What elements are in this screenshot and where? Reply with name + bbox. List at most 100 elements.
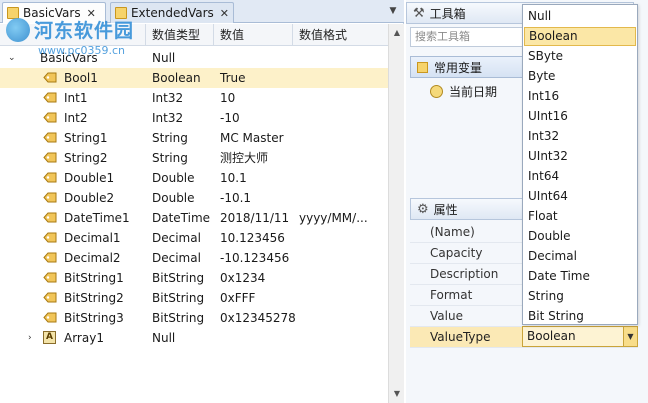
- tab-list-dropdown-icon[interactable]: ▼: [386, 4, 400, 18]
- folder-icon: [417, 61, 428, 73]
- dropdown-option[interactable]: UInt64: [524, 187, 636, 206]
- clock-icon: [430, 84, 443, 98]
- table-row[interactable]: BitString3 BitString 0x12345278: [0, 308, 388, 328]
- table-row[interactable]: BitString1 BitString 0x1234: [0, 268, 388, 288]
- expand-icon[interactable]: ›: [28, 332, 38, 344]
- dropdown-option[interactable]: Bit String: [524, 307, 636, 326]
- dropdown-option[interactable]: SByte: [524, 47, 636, 66]
- wrench-icon: ⚒: [413, 5, 425, 21]
- table-row[interactable]: › A Array1 Null: [0, 328, 388, 348]
- table-row[interactable]: Bool1 Boolean True: [0, 68, 388, 88]
- property-name: Format: [430, 288, 473, 302]
- dropdown-option[interactable]: Decimal: [524, 247, 636, 266]
- tag-icon: [43, 232, 57, 243]
- tag-icon: [43, 212, 57, 223]
- var-value: -10.1: [220, 191, 252, 205]
- property-name: Description: [430, 267, 499, 281]
- toolbox-item-current-date[interactable]: 当前日期: [430, 82, 530, 100]
- var-name: BitString1: [64, 271, 124, 285]
- collapse-icon[interactable]: ⌄: [8, 52, 18, 64]
- tag-icon: [43, 132, 57, 143]
- table-row[interactable]: Double1 Double 10.1: [0, 168, 388, 188]
- var-name: DateTime1: [64, 211, 130, 225]
- var-name: Double2: [64, 191, 115, 205]
- var-type: Boolean: [152, 71, 201, 85]
- dropdown-option[interactable]: Int16: [524, 87, 636, 106]
- tag-icon: [43, 292, 57, 303]
- table-row[interactable]: Int1 Int32 10: [0, 88, 388, 108]
- table-row[interactable]: DateTime1 DateTime 2018/11/11 yyyy/MM/..…: [0, 208, 388, 228]
- chevron-down-icon[interactable]: ▼: [623, 327, 637, 346]
- var-value: -10: [220, 111, 240, 125]
- table-row[interactable]: Int2 Int32 -10: [0, 108, 388, 128]
- var-name: Decimal2: [64, 251, 121, 265]
- tag-icon: [43, 152, 57, 163]
- var-name: Int1: [64, 91, 88, 105]
- column-header-format[interactable]: 数值格式: [292, 24, 388, 46]
- var-type: String: [152, 131, 188, 145]
- tag-icon: [43, 112, 57, 123]
- column-header-value[interactable]: 数值: [213, 24, 292, 46]
- dropdown-option[interactable]: Null: [524, 7, 636, 26]
- value-type-selected: Boolean: [527, 329, 576, 343]
- var-name: BitString2: [64, 291, 124, 305]
- table-row[interactable]: Decimal2 Decimal -10.123456: [0, 248, 388, 268]
- vertical-scrollbar[interactable]: ▲ ▼: [388, 24, 404, 403]
- var-value: 10.123456: [220, 231, 285, 245]
- tag-icon: [43, 172, 57, 183]
- tag-icon: [43, 72, 57, 83]
- dropdown-option[interactable]: Int32: [524, 127, 636, 146]
- dropdown-option[interactable]: Date Time: [524, 267, 636, 286]
- root-type: Null: [152, 51, 176, 65]
- table-row[interactable]: String2 String 测控大师: [0, 148, 388, 168]
- dropdown-option[interactable]: UInt16: [524, 107, 636, 126]
- dropdown-option[interactable]: Byte: [524, 67, 636, 86]
- scroll-up-icon[interactable]: ▲: [389, 26, 405, 40]
- toolbox-group-common-vars[interactable]: 常用变量: [410, 56, 530, 78]
- watermark-logo-icon: [6, 18, 30, 42]
- dropdown-option-highlighted[interactable]: Boolean: [524, 27, 636, 46]
- scroll-down-icon[interactable]: ▼: [389, 387, 405, 401]
- dropdown-option[interactable]: UInt32: [524, 147, 636, 166]
- var-type: Double: [152, 171, 195, 185]
- table-row[interactable]: Double2 Double -10.1: [0, 188, 388, 208]
- var-name: Double1: [64, 171, 115, 185]
- var-name: Int2: [64, 111, 88, 125]
- watermark-title: 河东软件园: [34, 20, 135, 42]
- properties-title: 属性: [433, 202, 458, 217]
- var-value: 2018/11/11: [220, 211, 290, 225]
- tag-icon: [43, 272, 57, 283]
- close-icon[interactable]: ✕: [220, 7, 229, 20]
- toolbox-search-input[interactable]: 搜索工具箱: [410, 27, 526, 47]
- var-value: MC Master: [220, 131, 284, 145]
- toolbox-group-label: 常用变量: [434, 60, 483, 75]
- value-type-select[interactable]: Boolean ▼: [522, 326, 638, 347]
- table-row[interactable]: BitString2 BitString 0xFFF: [0, 288, 388, 308]
- column-header-type[interactable]: 数值类型: [145, 24, 213, 46]
- tag-icon: [43, 192, 57, 203]
- var-type: DateTime: [152, 211, 211, 225]
- var-value: 10: [220, 91, 236, 105]
- property-name: Capacity: [430, 246, 483, 260]
- var-name: Bool1: [64, 71, 98, 85]
- var-type: Int32: [152, 91, 184, 105]
- var-value: 0x1234: [220, 271, 266, 285]
- dropdown-option[interactable]: Float: [524, 207, 636, 226]
- property-name: Value: [430, 309, 463, 323]
- dropdown-option[interactable]: Double: [524, 227, 636, 246]
- var-type: String: [152, 151, 188, 165]
- var-type: Int32: [152, 111, 184, 125]
- var-name: String2: [64, 151, 108, 165]
- dropdown-option[interactable]: Int64: [524, 167, 636, 186]
- property-name: (Name): [430, 225, 475, 239]
- tab-label: ExtendedVars: [130, 6, 214, 20]
- var-name: Array1: [64, 331, 104, 345]
- var-type: BitString: [152, 311, 205, 325]
- dropdown-option[interactable]: String: [524, 287, 636, 306]
- table-row[interactable]: String1 String MC Master: [0, 128, 388, 148]
- var-value: 10.1: [220, 171, 247, 185]
- var-type: Double: [152, 191, 195, 205]
- var-type: BitString: [152, 291, 205, 305]
- table-row[interactable]: Decimal1 Decimal 10.123456: [0, 228, 388, 248]
- property-name: ValueType: [430, 330, 491, 344]
